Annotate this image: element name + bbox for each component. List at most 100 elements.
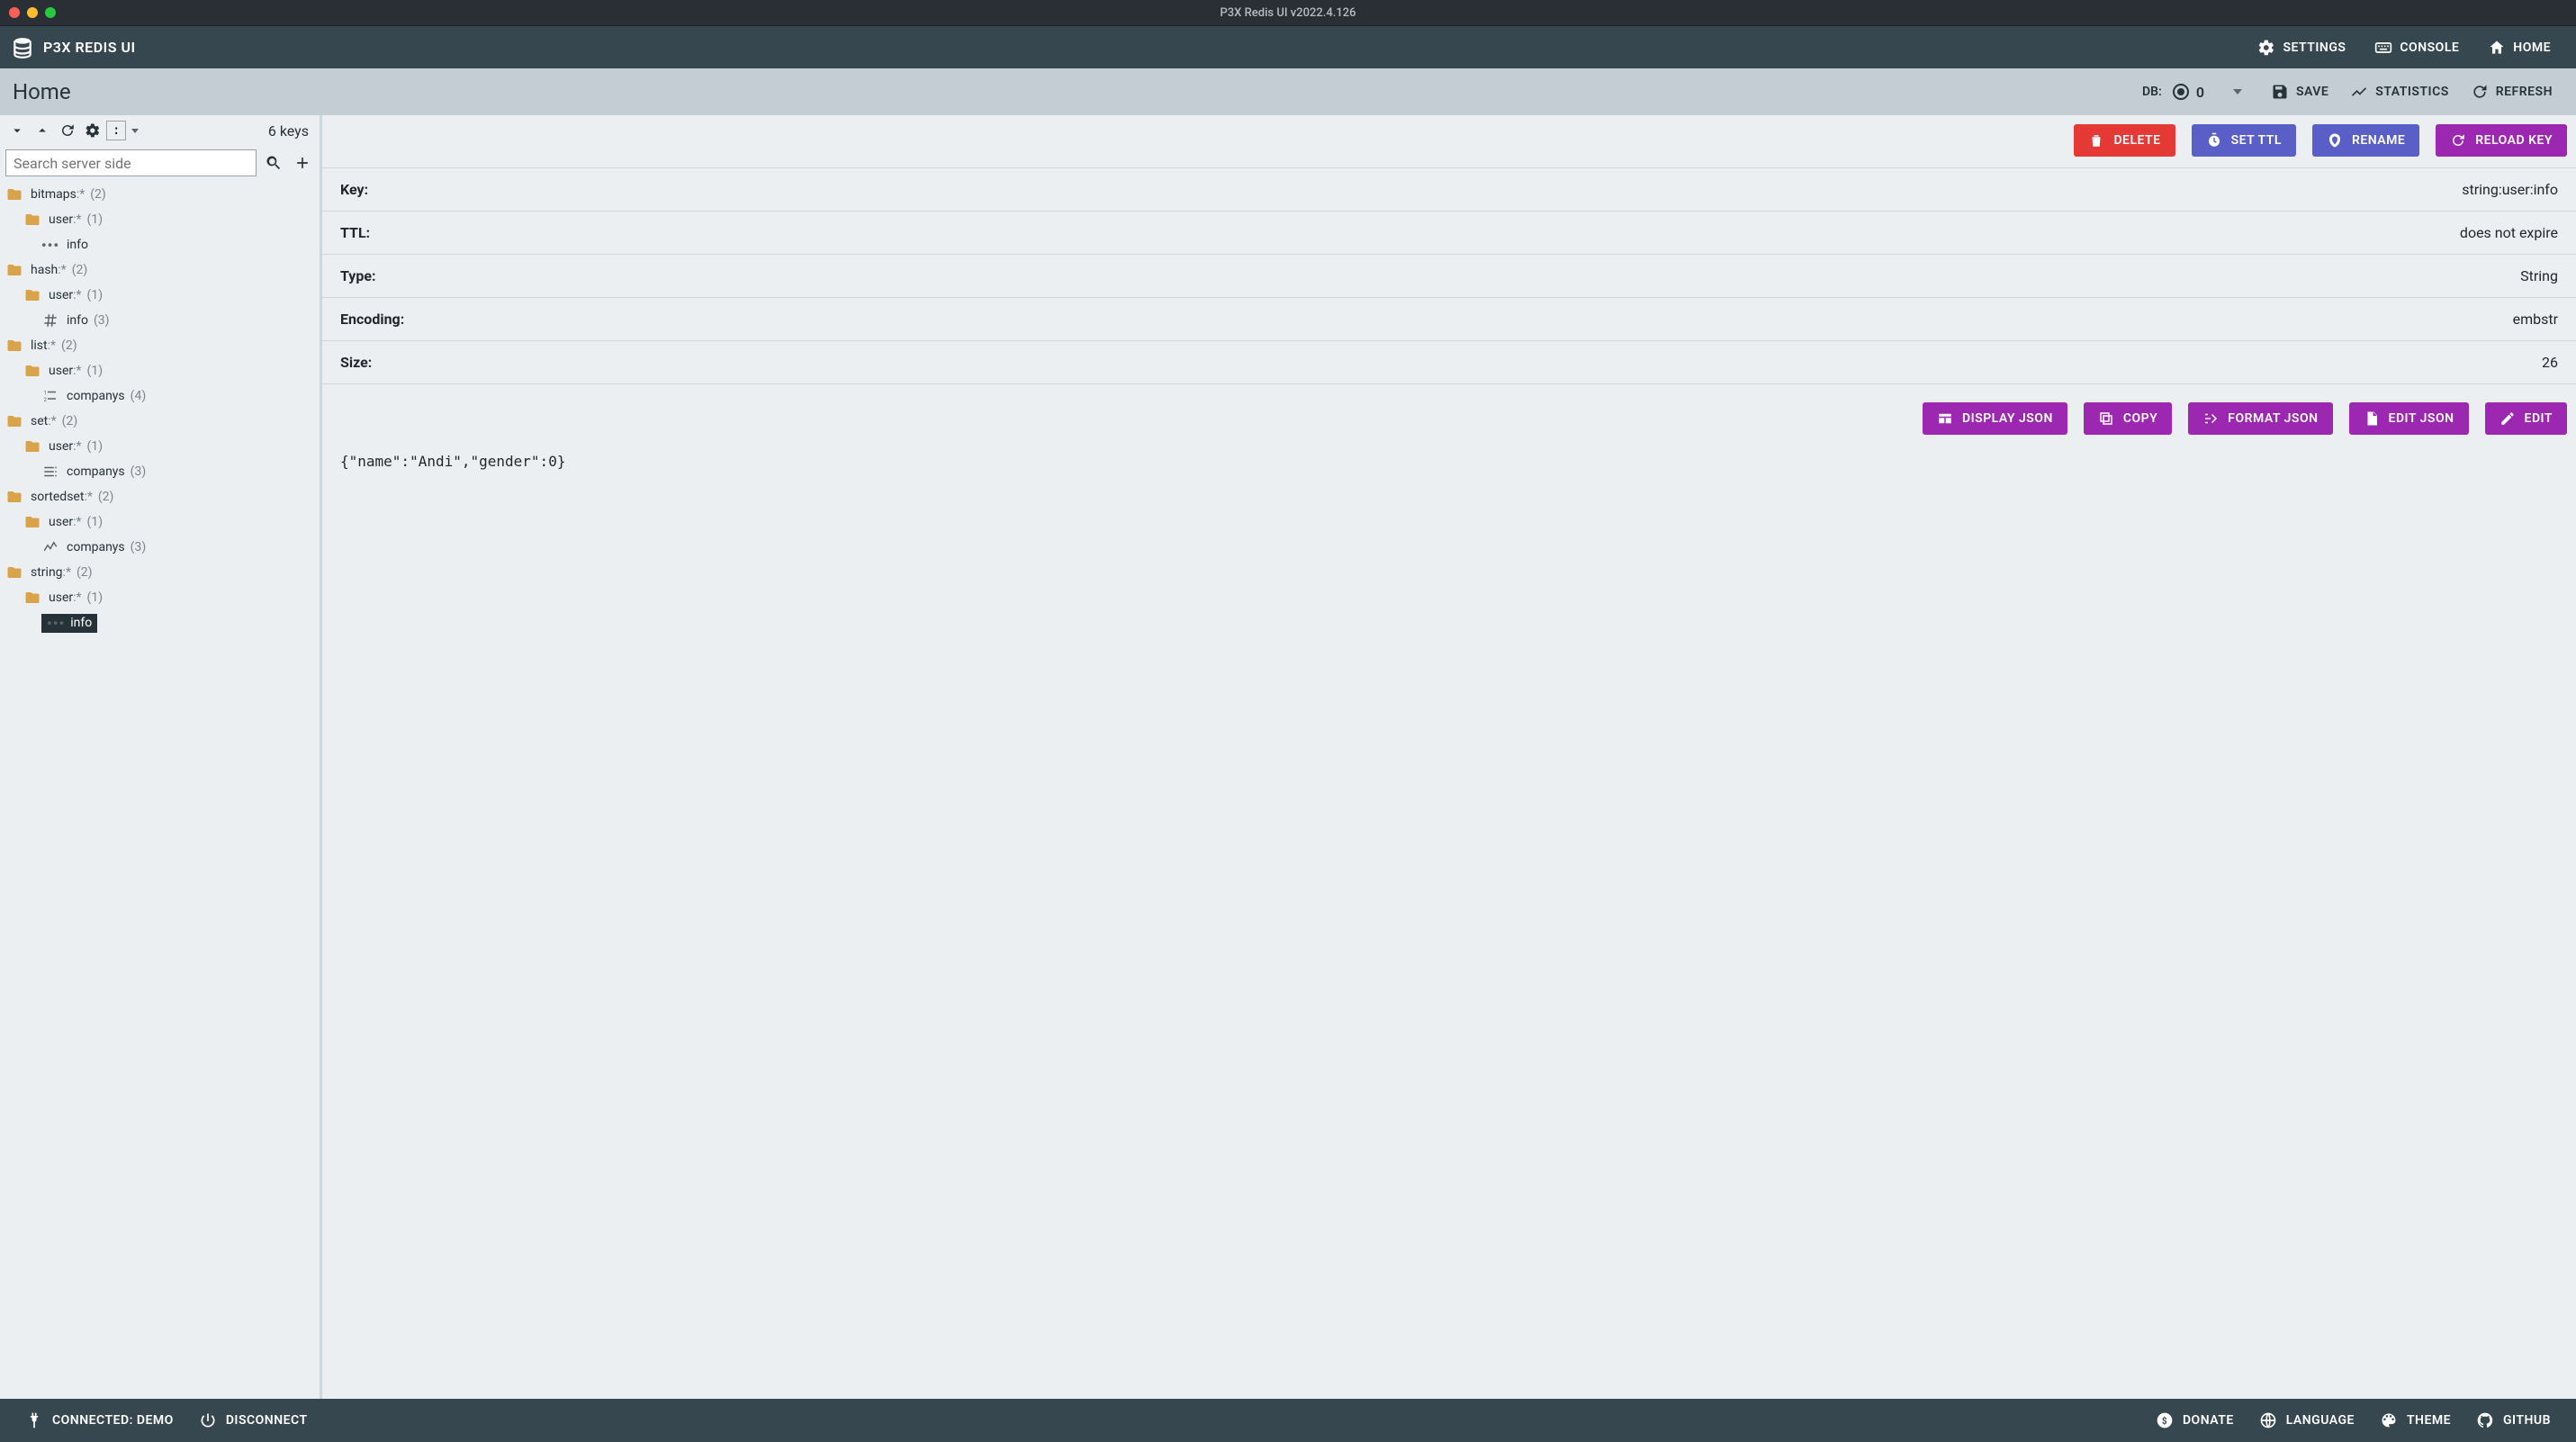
edit-button[interactable]: EDIT xyxy=(2485,402,2567,435)
reload-tree-button[interactable] xyxy=(56,119,79,142)
tree-leaf[interactable]: companys (3) xyxy=(0,535,320,560)
tree-folder[interactable]: user:*(1) xyxy=(0,434,320,459)
home-button[interactable]: HOME xyxy=(2473,26,2565,69)
app-brand[interactable]: P3X REDIS UI xyxy=(11,36,136,59)
console-button[interactable]: CONSOLE xyxy=(2360,26,2473,69)
tree-folder[interactable]: user:*(1) xyxy=(0,283,320,308)
sub-toolbar: Home DB: 0 SAVE STATISTICS REFRESH xyxy=(0,68,2576,115)
palette-icon xyxy=(2380,1411,2398,1429)
save-label: SAVE xyxy=(2296,85,2328,99)
folder-icon xyxy=(5,564,23,581)
tree-node-count: (3) xyxy=(131,464,147,479)
connected-status[interactable]: CONNECTED: DEMO xyxy=(13,1399,186,1442)
tree-node-suffix: :* xyxy=(84,490,92,504)
disconnect-button[interactable]: DISCONNECT xyxy=(186,1399,320,1442)
db-select[interactable]: 0 xyxy=(2173,84,2242,101)
tree-folder[interactable]: list:*(2) xyxy=(0,333,320,358)
display-json-label: DISPLAY JSON xyxy=(1962,411,2053,426)
tree-node-count: (4) xyxy=(131,389,147,403)
display-json-button[interactable]: DISPLAY JSON xyxy=(1923,402,2067,435)
dots-icon: ••• xyxy=(41,237,59,254)
tree-folder[interactable]: user:*(1) xyxy=(0,207,320,232)
reload-key-button[interactable]: RELOAD KEY xyxy=(2436,124,2567,157)
edit-json-button[interactable]: EDIT JSON xyxy=(2349,402,2469,435)
add-key-button[interactable] xyxy=(291,151,314,175)
value-body: {"name":"Andi","gender":0} xyxy=(322,446,2576,1399)
tree-node-label: user xyxy=(49,288,73,302)
save-button[interactable]: SAVE xyxy=(2260,68,2339,115)
pencil-icon xyxy=(2499,410,2516,427)
tree-node-count: (1) xyxy=(87,212,104,227)
refresh-label: REFRESH xyxy=(2496,85,2553,99)
tree-node-label: companys xyxy=(67,464,125,479)
tree-leaf[interactable]: info(3) xyxy=(0,308,320,333)
delete-button[interactable]: DELETE xyxy=(2074,124,2175,157)
expand-all-button[interactable] xyxy=(5,119,29,142)
tree-folder[interactable]: hash:*(2) xyxy=(0,257,320,283)
separator-input[interactable]: : xyxy=(106,121,126,140)
search-button[interactable] xyxy=(262,151,285,175)
tree-folder[interactable]: bitmaps:*(2) xyxy=(0,182,320,207)
tree-node-label: companys xyxy=(67,389,125,403)
tree-folder[interactable]: set:*(2) xyxy=(0,409,320,434)
tree-folder[interactable]: user:*(1) xyxy=(0,358,320,383)
app-footer: CONNECTED: DEMO DISCONNECT $ DONATE LANG… xyxy=(0,1399,2576,1442)
tree-leaf[interactable]: 12companys(4) xyxy=(0,383,320,409)
github-button[interactable]: GITHUB xyxy=(2463,1399,2563,1442)
window-minimize-icon[interactable] xyxy=(27,7,38,18)
folder-icon xyxy=(5,413,23,429)
content-pane: DELETE SET TTL RENAME RELOAD KEY Key:str… xyxy=(322,115,2576,1399)
info-value: String xyxy=(2520,267,2558,284)
collapse-all-button[interactable] xyxy=(31,119,54,142)
folder-icon xyxy=(23,438,41,455)
tree-node-count: (2) xyxy=(61,338,77,353)
theme-button[interactable]: THEME xyxy=(2367,1399,2463,1442)
tree-node-label: user xyxy=(49,515,73,529)
window-maximize-icon[interactable] xyxy=(45,7,56,18)
refresh-icon xyxy=(2450,132,2466,149)
folder-icon xyxy=(5,489,23,505)
tree-node-suffix: :* xyxy=(73,364,81,378)
chart-line-icon xyxy=(2350,83,2368,101)
tree-node-label: bitmaps xyxy=(31,187,77,202)
tree-leaf[interactable]: •••info xyxy=(0,610,320,635)
tree-node-count: (2) xyxy=(98,490,114,504)
tree-node-count: (3) xyxy=(131,540,147,554)
tree-node-label: info xyxy=(67,313,88,328)
tree-folder[interactable]: user:*(1) xyxy=(0,509,320,535)
language-button[interactable]: LANGUAGE xyxy=(2247,1399,2367,1442)
search-input[interactable] xyxy=(5,149,257,176)
tree-node-count: (2) xyxy=(77,565,93,580)
svg-text:1: 1 xyxy=(44,391,47,397)
rename-button[interactable]: RENAME xyxy=(2312,124,2419,157)
tree-leaf[interactable]: companys (3) xyxy=(0,459,320,484)
format-json-button[interactable]: FORMAT JSON xyxy=(2188,402,2332,435)
traffic-lights xyxy=(0,7,56,18)
tree-folder[interactable]: sortedset:*(2) xyxy=(0,484,320,509)
info-row: Encoding:embstr xyxy=(322,297,2576,340)
tree-folder[interactable]: user:*(1) xyxy=(0,585,320,610)
tree-folder[interactable]: string:*(2) xyxy=(0,560,320,585)
copy-icon xyxy=(2098,410,2114,427)
copy-label: COPY xyxy=(2123,411,2157,426)
tree-leaf[interactable]: •••info xyxy=(0,232,320,257)
table-icon xyxy=(1937,410,1953,427)
connected-label: CONNECTED: DEMO xyxy=(52,1413,174,1428)
settings-button[interactable]: SETTINGS xyxy=(2243,26,2360,69)
power-icon xyxy=(199,1411,217,1429)
fingerprint-icon xyxy=(2327,132,2343,149)
tree-node-suffix: :* xyxy=(73,212,81,227)
copy-button[interactable]: COPY xyxy=(2084,402,2172,435)
settings-label: SETTINGS xyxy=(2283,41,2346,55)
statistics-button[interactable]: STATISTICS xyxy=(2339,68,2459,115)
window-close-icon[interactable] xyxy=(9,7,20,18)
refresh-button[interactable]: REFRESH xyxy=(2460,68,2563,115)
trash-icon xyxy=(2088,132,2104,149)
radio-icon xyxy=(2173,84,2189,100)
tree-settings-button[interactable] xyxy=(81,119,104,142)
tree-node-label: companys xyxy=(67,540,125,554)
donate-button[interactable]: $ DONATE xyxy=(2143,1399,2247,1442)
set-icon xyxy=(41,464,59,480)
set-ttl-button[interactable]: SET TTL xyxy=(2192,124,2296,157)
chevron-down-icon[interactable] xyxy=(131,129,139,133)
